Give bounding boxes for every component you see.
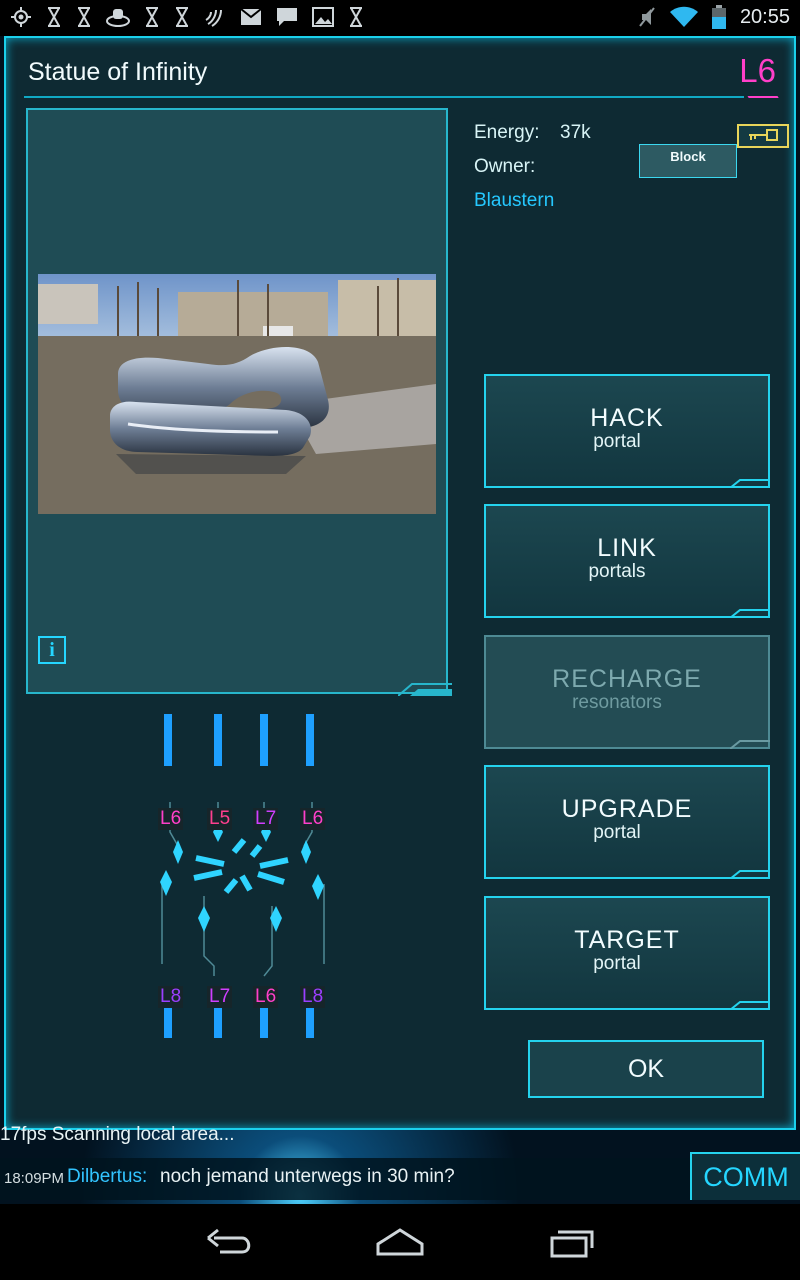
target-button-sublabel: portal <box>593 953 641 974</box>
resonator-level-bottom-3: L6 <box>253 986 279 1008</box>
clock: 20:55 <box>739 5 790 28</box>
comm-timestamp: 18:09PM <box>4 1170 65 1187</box>
portal-dialog: Statue of Infinity L6 i Energy: 37k Owne… <box>4 36 796 1130</box>
resonator-bar-top-2 <box>214 714 222 766</box>
resonator-level-bottom-1: L8 <box>158 986 184 1008</box>
button-corner-decoration <box>730 609 770 618</box>
resonator-level-top-3: L7 <box>253 808 279 830</box>
hack-button-sublabel: portal <box>593 431 641 452</box>
portal-key-button[interactable] <box>737 124 789 148</box>
upgrade-button-label: UPGRADE <box>561 795 693 823</box>
upgrade-button-sublabel: portal <box>593 822 641 843</box>
resonator-level-bottom-2: L7 <box>207 986 233 1008</box>
upgrade-button[interactable]: UPGRADE portal <box>484 765 770 879</box>
energy-label: Energy: <box>474 122 540 143</box>
portal-photo[interactable] <box>38 274 436 514</box>
resonator-crystal-6 <box>198 906 210 932</box>
resonator-bar-top-1 <box>164 714 172 766</box>
block-button[interactable]: Block <box>639 144 737 178</box>
button-corner-decoration <box>730 870 770 879</box>
link-button-sublabel: portals <box>588 561 646 582</box>
nfc-icon <box>205 9 222 27</box>
back-icon[interactable] <box>200 1224 260 1260</box>
home-icon[interactable] <box>370 1224 430 1260</box>
mute-icon <box>639 7 655 27</box>
chat-icon <box>277 8 297 26</box>
resonator-bar-top-3 <box>260 714 268 766</box>
system-icons: 20:55 <box>638 5 790 29</box>
comm-message: noch jemand unterwegs in 30 min? <box>160 1166 455 1187</box>
hack-button[interactable]: HACK portal <box>484 374 770 488</box>
notification-icons <box>10 6 364 28</box>
comm-bar[interactable]: 18:09PM Dilbertus: noch jemand unterwegs… <box>0 1158 800 1200</box>
recharge-button-sublabel: resonators <box>572 692 662 713</box>
gps-icon <box>11 7 31 27</box>
comm-button[interactable]: COMM <box>690 1152 800 1200</box>
ok-button[interactable]: OK <box>528 1040 764 1098</box>
resonator-bar-top-4 <box>306 714 314 766</box>
recharge-button-label: RECHARGE <box>552 665 702 693</box>
portal-title: Statue of Infinity <box>28 58 208 86</box>
button-corner-decoration <box>730 1001 770 1010</box>
resonator-level-bottom-4: L8 <box>300 986 326 1008</box>
status-bar: 20:55 <box>0 0 800 36</box>
ingress-icon <box>106 9 130 27</box>
hourglass-icon <box>176 7 188 27</box>
mail-icon <box>240 8 262 25</box>
resonator-crystal-1 <box>173 840 183 864</box>
recharge-button[interactable]: RECHARGE resonators <box>484 635 770 749</box>
portal-level: L6 <box>739 52 776 89</box>
resonator-crystal-8 <box>312 874 324 900</box>
image-icon <box>312 7 334 27</box>
resonator-level-top-1: L6 <box>158 808 184 830</box>
scan-status: 17fps Scanning local area... <box>0 1124 235 1145</box>
resonator-display: L6 L5 L7 L6 L8 L7 L6 L8 <box>146 710 346 1050</box>
link-button[interactable]: LINK portals <box>484 504 770 618</box>
resonator-level-top-4: L6 <box>300 808 326 830</box>
hourglass-icon <box>146 7 158 27</box>
link-button-label: LINK <box>597 534 657 562</box>
hourglass-icon <box>48 7 60 27</box>
energy-value: 37k <box>560 122 591 143</box>
title-divider <box>24 96 744 98</box>
info-button[interactable]: i <box>38 636 66 664</box>
owner-label: Owner: <box>474 156 536 177</box>
button-corner-decoration <box>730 740 770 749</box>
portal-image-panel: i <box>26 108 452 696</box>
statue-photo-image <box>38 274 436 514</box>
navigation-bar <box>0 1204 800 1280</box>
resonator-level-top-2: L5 <box>207 808 233 830</box>
comm-username[interactable]: Dilbertus: <box>67 1166 147 1188</box>
title-divider-accent <box>747 96 785 108</box>
button-corner-decoration <box>730 479 770 488</box>
hourglass-icon <box>78 7 90 27</box>
panel-corner-decoration <box>398 683 452 696</box>
hourglass-icon <box>350 7 362 27</box>
recent-apps-icon[interactable] <box>540 1224 600 1260</box>
battery-icon <box>711 5 726 29</box>
resonator-crystal-4 <box>301 840 311 864</box>
target-button-label: TARGET <box>574 926 680 954</box>
owner-name-link[interactable]: Blaustern <box>474 190 554 212</box>
target-button[interactable]: TARGET portal <box>484 896 770 1010</box>
key-icon <box>749 129 778 141</box>
wifi-icon <box>669 6 698 27</box>
hack-button-label: HACK <box>590 404 664 432</box>
